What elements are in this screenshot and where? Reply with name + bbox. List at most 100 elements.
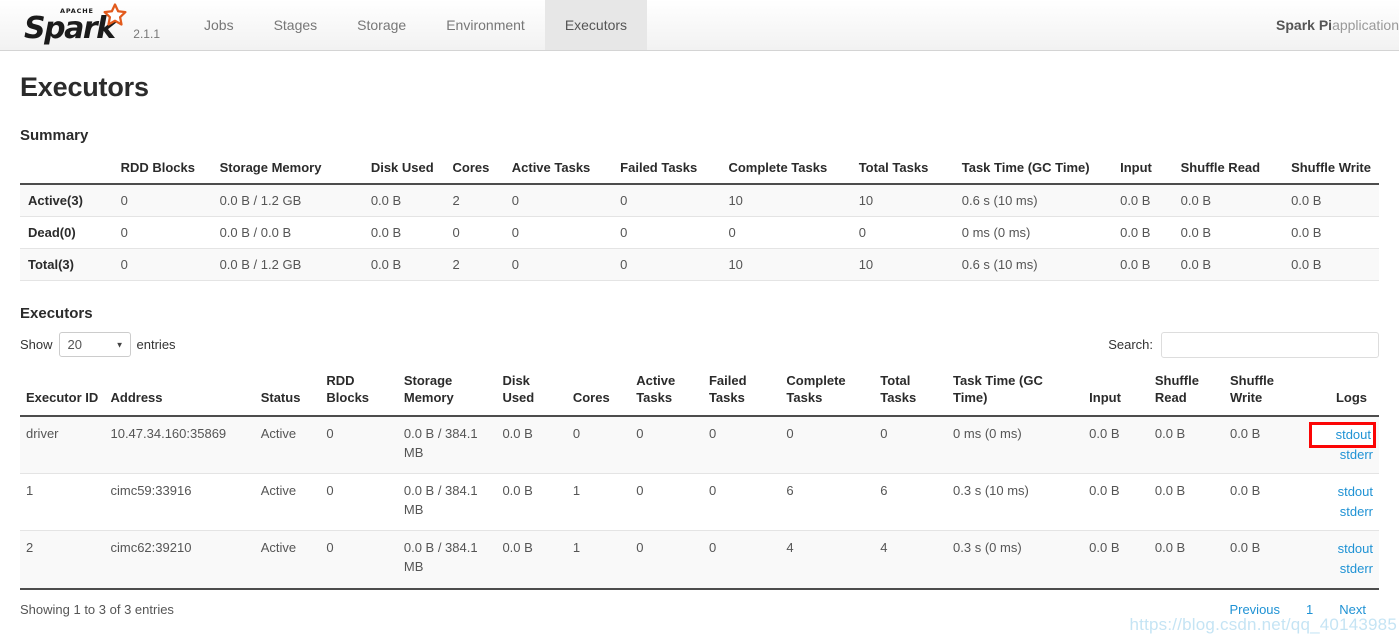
exec-cell-failed-tasks: 0 — [702, 415, 781, 475]
exec-cell-logs: stdout stderr — [1306, 415, 1379, 475]
exec-cell-executor-id: 1 — [20, 473, 105, 532]
summary-cell-shuffle-read: 0.0 B — [1172, 216, 1284, 249]
executors-header-row: Executor ID Address Status RDD Blocks St… — [20, 367, 1379, 417]
exec-cell-shuffle-read: 0.0 B — [1148, 530, 1224, 590]
exec-cell-active-tasks: 0 — [630, 473, 703, 532]
summary-cell-rdd-blocks: 0 — [112, 216, 212, 249]
summary-cell-total-tasks: 0 — [850, 216, 954, 249]
summary-row-total: Total(3) 0 0.0 B / 1.2 GB 0.0 B 2 0 0 10… — [20, 248, 1379, 281]
exec-col-shuffle-write[interactable]: Shuffle Write — [1223, 367, 1307, 417]
summary-cell-input: 0.0 B — [1112, 183, 1173, 217]
summary-row-label: Total(3) — [20, 248, 113, 281]
exec-col-storage-memory[interactable]: Storage Memory — [397, 367, 497, 417]
exec-cell-active-tasks: 0 — [630, 530, 703, 590]
tab-environment[interactable]: Environment — [426, 0, 545, 50]
summary-col-input: Input — [1112, 153, 1173, 185]
exec-cell-executor-id: driver — [20, 415, 105, 475]
search-control: Search: — [1108, 331, 1379, 358]
exec-cell-failed-tasks: 0 — [702, 473, 781, 532]
summary-col-failed-tasks: Failed Tasks — [612, 153, 721, 185]
summary-cell-disk-used: 0.0 B — [362, 183, 445, 217]
exec-cell-logs: stdout stderr — [1306, 530, 1379, 590]
stdout-link[interactable]: stdout — [1312, 482, 1373, 502]
pagination-next[interactable]: Next — [1326, 602, 1379, 617]
exec-col-cores[interactable]: Cores — [566, 367, 631, 417]
summary-cell-storage-memory: 0.0 B / 1.2 GB — [211, 248, 363, 281]
summary-cell-cores: 2 — [444, 248, 504, 281]
exec-col-address[interactable]: Address — [104, 367, 255, 417]
exec-col-complete-tasks[interactable]: Complete Tasks — [780, 367, 875, 417]
tab-storage[interactable]: Storage — [337, 0, 426, 50]
exec-col-status[interactable]: Status — [254, 367, 321, 417]
exec-cell-total-tasks: 4 — [874, 530, 948, 590]
exec-cell-task-time: 0.3 s (10 ms) — [947, 473, 1084, 532]
exec-cell-address: cimc59:33916 — [104, 473, 255, 532]
table-row: 1 cimc59:33916 Active 0 0.0 B / 384.1 MB… — [20, 473, 1379, 532]
summary-cell-complete-tasks: 10 — [720, 183, 851, 217]
spark-wordmark: Spark — [24, 11, 116, 46]
spark-brand[interactable]: APACHE Spark 2.1.1 — [0, 0, 160, 50]
tab-jobs[interactable]: Jobs — [184, 0, 254, 50]
exec-cell-status: Active — [254, 473, 321, 532]
exec-col-failed-tasks[interactable]: Failed Tasks — [702, 367, 781, 417]
page-content: Executors Summary RDD Blocks Storage Mem… — [0, 72, 1399, 617]
summary-cell-cores: 0 — [444, 216, 504, 249]
summary-cell-input: 0.0 B — [1112, 248, 1173, 281]
executors-table-head: Executor ID Address Status RDD Blocks St… — [20, 367, 1379, 417]
summary-cell-shuffle-write: 0.0 B — [1283, 248, 1379, 281]
exec-cell-total-tasks: 6 — [874, 473, 948, 532]
exec-cell-disk-used: 0.0 B — [496, 415, 567, 475]
exec-col-active-tasks[interactable]: Active Tasks — [630, 367, 703, 417]
page-length-select[interactable]: 20 40 60 100 — [58, 332, 131, 358]
exec-cell-address: cimc62:39210 — [104, 530, 255, 590]
exec-cell-input: 0.0 B — [1083, 415, 1149, 475]
table-row: 2 cimc62:39210 Active 0 0.0 B / 384.1 MB… — [20, 530, 1379, 590]
summary-cell-task-time: 0 ms (0 ms) — [953, 216, 1113, 249]
exec-col-total-tasks[interactable]: Total Tasks — [874, 367, 948, 417]
table-footer: Showing 1 to 3 of 3 entries Previous 1 N… — [20, 602, 1379, 617]
exec-cell-rdd-blocks: 0 — [320, 473, 398, 532]
summary-col-shuffle-write: Shuffle Write — [1283, 153, 1379, 185]
summary-col-rdd-blocks: RDD Blocks — [112, 153, 212, 185]
exec-col-disk-used[interactable]: Disk Used — [496, 367, 567, 417]
exec-cell-shuffle-read: 0.0 B — [1148, 415, 1224, 475]
summary-col-task-time: Task Time (GC Time) — [953, 153, 1113, 185]
top-navbar: APACHE Spark 2.1.1 Jobs Stages Storage E… — [0, 0, 1399, 51]
entries-info: Showing 1 to 3 of 3 entries — [20, 601, 174, 617]
exec-cell-shuffle-write: 0.0 B — [1223, 473, 1307, 532]
executors-table-body: driver 10.47.34.160:35869 Active 0 0.0 B… — [20, 415, 1379, 590]
exec-cell-cores: 1 — [566, 473, 631, 532]
exec-col-input[interactable]: Input — [1083, 367, 1149, 417]
exec-col-rdd-blocks[interactable]: RDD Blocks — [320, 367, 398, 417]
stderr-link[interactable]: stderr — [1312, 445, 1373, 465]
summary-cell-complete-tasks: 0 — [720, 216, 851, 249]
star-icon — [103, 3, 127, 26]
exec-cell-input: 0.0 B — [1083, 473, 1149, 532]
exec-col-shuffle-read[interactable]: Shuffle Read — [1148, 367, 1224, 417]
summary-row-label: Active(3) — [20, 183, 113, 217]
summary-cell-total-tasks: 10 — [850, 183, 954, 217]
pagination-page-1[interactable]: 1 — [1293, 602, 1326, 617]
exec-cell-status: Active — [254, 530, 321, 590]
stderr-link[interactable]: stderr — [1312, 559, 1373, 579]
stdout-link[interactable]: stdout — [1309, 421, 1376, 448]
summary-cell-cores: 2 — [444, 183, 504, 217]
tab-executors[interactable]: Executors — [544, 0, 648, 50]
summary-col-cores: Cores — [444, 153, 504, 185]
exec-cell-logs: stdout stderr — [1306, 473, 1379, 532]
stderr-link[interactable]: stderr — [1312, 502, 1373, 522]
search-input[interactable] — [1161, 331, 1379, 358]
pagination-previous[interactable]: Previous — [1216, 602, 1293, 617]
tab-stages[interactable]: Stages — [254, 0, 338, 50]
exec-cell-storage-memory: 0.0 B / 384.1 MB — [397, 473, 497, 532]
summary-col-total-tasks: Total Tasks — [850, 153, 954, 185]
stdout-link[interactable]: stdout — [1312, 539, 1373, 559]
exec-col-task-time[interactable]: Task Time (GC Time) — [947, 367, 1084, 417]
page-length-control: Show 20 40 60 100 ▼ entries — [20, 332, 176, 358]
summary-cell-active-tasks: 0 — [503, 216, 613, 249]
exec-col-logs[interactable]: Logs — [1306, 367, 1379, 417]
summary-col-storage-memory: Storage Memory — [211, 153, 363, 185]
summary-cell-shuffle-write: 0.0 B — [1283, 216, 1379, 249]
exec-col-executor-id[interactable]: Executor ID — [20, 367, 105, 417]
exec-cell-executor-id: 2 — [20, 530, 105, 590]
